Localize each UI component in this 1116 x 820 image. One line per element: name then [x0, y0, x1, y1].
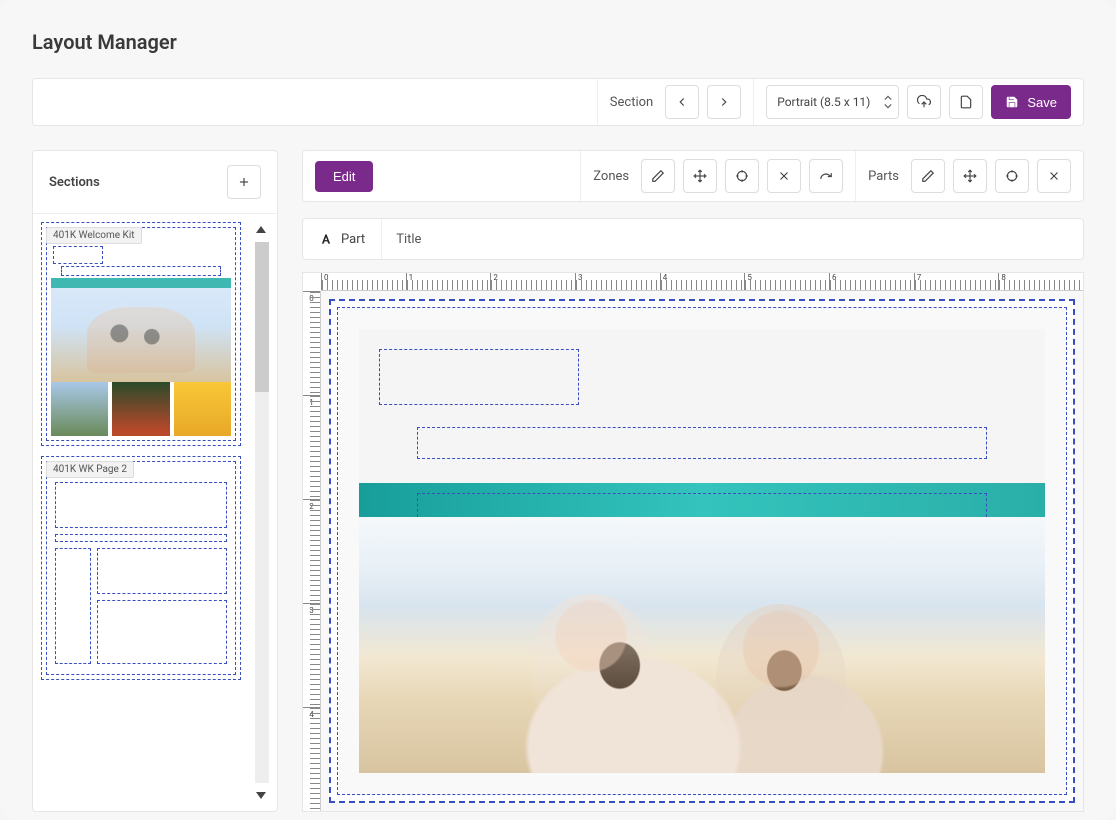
section-thumbnail[interactable]: 401K Welcome Kit: [41, 222, 241, 446]
crosshair-icon: [1005, 169, 1019, 183]
sections-panel: Sections 401K Welcome Kit: [32, 150, 278, 812]
chevron-left-icon: [675, 95, 689, 109]
plus-icon: [237, 175, 251, 189]
part-edit-button[interactable]: [911, 159, 945, 193]
triangle-down-icon: [255, 789, 267, 801]
top-toolbar: Section Portrait (8.5 x 11): [32, 78, 1084, 126]
part-tab-label: Part: [341, 232, 365, 247]
file-export-icon: [959, 95, 973, 109]
next-section-button[interactable]: [707, 85, 741, 119]
triangle-up-icon: [255, 224, 267, 236]
move-icon: [963, 169, 977, 183]
prev-section-button[interactable]: [665, 85, 699, 119]
stepper-icon: [884, 95, 892, 109]
part-tab[interactable]: Part: [303, 219, 382, 259]
add-section-button[interactable]: [227, 165, 261, 199]
thumb-image: [174, 382, 231, 436]
part-title-text: Title: [396, 232, 421, 247]
hero-image: [359, 517, 1045, 773]
zone-subtitle[interactable]: [417, 427, 987, 459]
section-nav-group: Section: [597, 79, 753, 125]
export-button[interactable]: [949, 85, 983, 119]
scrollbar-thumb[interactable]: [255, 242, 269, 392]
parts-group: Parts: [855, 151, 1083, 201]
redo-icon: [819, 169, 833, 183]
thumb-hero-image: [51, 288, 231, 382]
close-icon: [777, 169, 791, 183]
page-size-value: Portrait (8.5 x 11): [777, 95, 870, 109]
section-thumb-label: 401K WK Page 2: [46, 461, 134, 478]
canvas: 0 1 2 3 4 5 6 7 8 0 1 2 3 4: [302, 272, 1084, 812]
parts-label: Parts: [868, 169, 899, 184]
zone-redo-button[interactable]: [809, 159, 843, 193]
section-thumb-label: 401K Welcome Kit: [46, 227, 142, 244]
page-title: Layout Manager: [32, 30, 1084, 54]
scrollbar-track[interactable]: [255, 242, 269, 783]
zone-edit-button[interactable]: [641, 159, 675, 193]
part-delete-button[interactable]: [1037, 159, 1071, 193]
move-icon: [693, 169, 707, 183]
part-title-field[interactable]: Title: [382, 219, 1083, 259]
save-icon: [1005, 95, 1019, 109]
scroll-down-button[interactable]: [251, 785, 271, 805]
upload-cloud-icon: [917, 95, 931, 109]
part-bar: Part Title: [302, 218, 1084, 260]
page-settings-group: Portrait (8.5 x 11) Save: [753, 79, 1083, 125]
part-move-button[interactable]: [953, 159, 987, 193]
ruler-vertical: 0 1 2 3 4: [303, 291, 321, 811]
font-icon: [319, 232, 333, 246]
pencil-icon: [921, 169, 935, 183]
editor-toolbar: Edit Zones Parts: [302, 150, 1084, 202]
save-button-label: Save: [1027, 95, 1057, 110]
page-size-select[interactable]: Portrait (8.5 x 11): [766, 85, 899, 119]
thumb-image: [112, 382, 169, 436]
part-target-button[interactable]: [995, 159, 1029, 193]
zone-title[interactable]: [379, 349, 579, 405]
scroll-up-button[interactable]: [251, 220, 271, 240]
edit-button[interactable]: Edit: [315, 161, 373, 192]
zones-label: Zones: [593, 169, 629, 184]
upload-button[interactable]: [907, 85, 941, 119]
pencil-icon: [651, 169, 665, 183]
zone-move-button[interactable]: [683, 159, 717, 193]
page-canvas[interactable]: [329, 299, 1075, 803]
ruler-horizontal: 0 1 2 3 4 5 6 7 8: [321, 273, 1083, 291]
zone-delete-button[interactable]: [767, 159, 801, 193]
save-button[interactable]: Save: [991, 85, 1071, 119]
zones-group: Zones: [580, 151, 855, 201]
sections-panel-title: Sections: [49, 175, 100, 190]
section-thumbnail[interactable]: 401K WK Page 2: [41, 456, 241, 680]
crosshair-icon: [735, 169, 749, 183]
chevron-right-icon: [717, 95, 731, 109]
section-label: Section: [610, 95, 653, 110]
zone-target-button[interactable]: [725, 159, 759, 193]
close-icon: [1047, 169, 1061, 183]
thumb-image: [51, 382, 108, 436]
